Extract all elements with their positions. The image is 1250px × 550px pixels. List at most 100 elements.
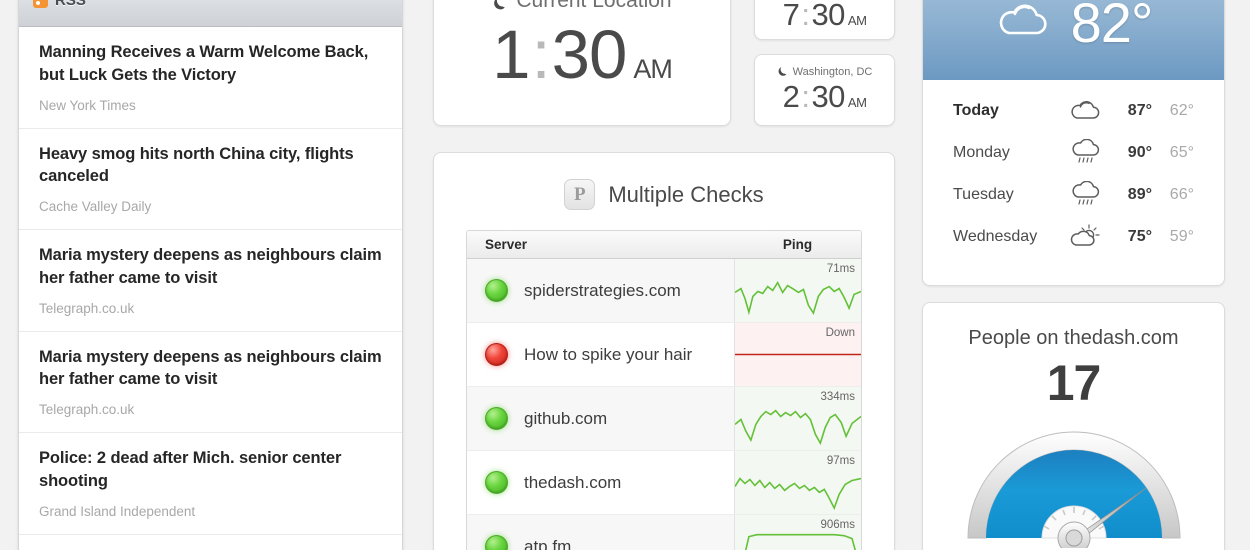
weather-day-label: Wednesday — [953, 228, 1038, 245]
multiple-checks-title: Multiple Checks — [608, 181, 764, 207]
weather-forecast-list: Today 87° 62° Monday 90° 65° Tuesday 89° 66° Wedn… — [923, 80, 1224, 258]
moon-icon — [777, 66, 788, 77]
news-widget-title: RSS — [55, 0, 86, 9]
check-server-name: atp.fm — [524, 536, 572, 550]
check-ping-value: 97ms — [826, 455, 855, 467]
clock-location-label: Current Location — [516, 0, 672, 12]
check-ping-value: 906ms — [820, 519, 855, 531]
clock-hour: 2 — [782, 78, 800, 114]
check-server-name: thedash.com — [524, 472, 622, 492]
gauge-title: People on thedash.com — [968, 327, 1179, 349]
column-header-ping[interactable]: Ping — [734, 237, 861, 252]
weather-forecast-row: Monday 90° 65° — [923, 132, 1224, 174]
check-row[interactable]: atp.fm 906ms — [467, 515, 861, 550]
check-ping-cell: 906ms — [734, 515, 861, 550]
clock-location-label: Washington, DC — [792, 65, 873, 78]
rain-icon — [1060, 139, 1112, 167]
status-up-icon — [485, 407, 508, 430]
gauge-dial — [966, 431, 1181, 548]
clock-minute: 30 — [811, 78, 845, 114]
weather-current-temp: 82° — [1070, 0, 1154, 54]
weather-widget: 82° Today 87° 62° Monday 90° 65° Tuesday 89° 66°… — [922, 0, 1225, 286]
news-item-source: Telegraph.co.uk — [39, 300, 135, 316]
check-server-cell: spiderstrategies.com — [467, 259, 734, 322]
check-server-name: How to spike your hair — [524, 344, 693, 364]
check-row[interactable]: github.com 334ms — [467, 387, 861, 451]
check-ping-cell: 97ms — [734, 451, 861, 514]
status-up-icon — [485, 279, 508, 302]
weather-forecast-row: Today 87° 62° — [923, 90, 1224, 132]
news-item-title: Maria mystery deepens as neighbours clai… — [39, 246, 382, 287]
clock-colon: : — [531, 15, 550, 93]
news-item-source: New York Times — [39, 97, 136, 113]
clock-ampm: AM — [847, 94, 867, 110]
news-item-title: Maria mystery deepens as neighbours clai… — [39, 347, 382, 389]
news-item-title: Heavy smog hits north China city, flight… — [39, 144, 354, 186]
multiple-checks-header: P Multiple Checks — [434, 153, 894, 230]
news-item-source: Grand Island Independent — [39, 503, 196, 519]
check-row[interactable]: thedash.com 97ms — [467, 451, 861, 515]
moon-icon — [492, 0, 507, 10]
check-server-name: spiderstrategies.com — [524, 280, 681, 300]
news-item-title: Manning Receives a Warm Welcome Back, bu… — [39, 43, 369, 84]
check-server-cell: How to spike your hair — [467, 323, 734, 386]
check-row[interactable]: How to spike your hair Down — [467, 323, 861, 387]
clock-colon: : — [801, 0, 810, 32]
check-server-name: github.com — [524, 408, 608, 428]
weather-low-temp: 65° — [1169, 144, 1194, 161]
news-item-source: Cache Valley Daily — [39, 199, 152, 215]
dashboard-stage: RSS Manning Receives a Warm Welcome Back… — [0, 0, 1250, 550]
weather-day-label: Monday — [953, 144, 1010, 161]
gauge-value: 17 — [1046, 355, 1102, 411]
rain-icon — [1060, 181, 1112, 209]
check-server-cell: thedash.com — [467, 451, 734, 514]
clock-ampm: AM — [633, 53, 672, 84]
news-list-item[interactable]: Manning Receives a Warm Welcome Back, bu… — [19, 27, 402, 129]
status-up-icon — [485, 471, 508, 494]
multiple-checks-widget: P Multiple Checks Server Ping spiderstra… — [433, 152, 895, 550]
checks-rows: spiderstrategies.com 71ms How to spike you… — [467, 259, 861, 550]
news-widget: RSS Manning Receives a Warm Welcome Back… — [18, 0, 403, 550]
gauge-widget: People on thedash.com 17 — [922, 302, 1225, 550]
pingdom-logo-icon: P — [564, 179, 596, 210]
clock-time: 1 : 30 AM — [492, 15, 673, 94]
weather-high-temp: 90° — [1127, 144, 1152, 161]
check-ping-value: 334ms — [820, 391, 855, 403]
checks-table-header: Server Ping — [467, 231, 861, 259]
news-widget-header: RSS — [19, 0, 402, 27]
weather-high-temp: 75° — [1127, 228, 1152, 245]
column-header-server[interactable]: Server — [467, 237, 734, 252]
weather-high-temp: 87° — [1127, 102, 1152, 119]
weather-day-label: Today — [953, 102, 999, 119]
news-list: Manning Receives a Warm Welcome Back, bu… — [19, 27, 402, 535]
clock-hour: 7 — [782, 0, 800, 32]
news-list-item[interactable]: Maria mystery deepens as neighbours clai… — [19, 332, 402, 434]
clock-time: 2 : 30 AM — [783, 79, 867, 115]
news-list-item[interactable]: Maria mystery deepens as neighbours clai… — [19, 230, 402, 332]
weather-forecast-row: Tuesday 89° 66° — [923, 174, 1224, 216]
clock-ampm: AM — [847, 13, 867, 28]
clock-time: 7 : 30 AM — [783, 0, 867, 33]
clock-minute: 30 — [811, 0, 845, 32]
news-list-item[interactable]: Heavy smog hits north China city, flight… — [19, 129, 402, 231]
weather-low-temp: 62° — [1169, 102, 1194, 119]
cloudy-icon — [995, 0, 1053, 45]
check-ping-cell: 334ms — [734, 387, 861, 450]
clock-widget-current-location: Current Location 1 : 30 AM — [433, 0, 731, 126]
status-down-icon — [485, 343, 508, 366]
news-item-title: Police: 2 dead after Mich. senior center… — [39, 449, 342, 490]
checks-table: Server Ping spiderstrategies.com 71ms How … — [466, 230, 862, 550]
news-list-item[interactable]: Police: 2 dead after Mich. senior center… — [19, 433, 402, 535]
check-server-cell: github.com — [467, 387, 734, 450]
check-ping-value: 71ms — [826, 263, 855, 275]
check-ping-cell: Down — [734, 323, 861, 386]
weather-current-panel: 82° — [923, 0, 1224, 80]
cloudy-icon — [1060, 99, 1112, 123]
check-ping-cell: 71ms — [734, 259, 861, 322]
clock-hour: 1 — [492, 15, 530, 93]
clock-location-row: Washington, DC — [777, 65, 873, 78]
weather-low-temp: 66° — [1169, 186, 1194, 203]
weather-high-temp: 89° — [1127, 186, 1152, 203]
weather-low-temp: 59° — [1169, 228, 1194, 245]
check-row[interactable]: spiderstrategies.com 71ms — [467, 259, 861, 323]
